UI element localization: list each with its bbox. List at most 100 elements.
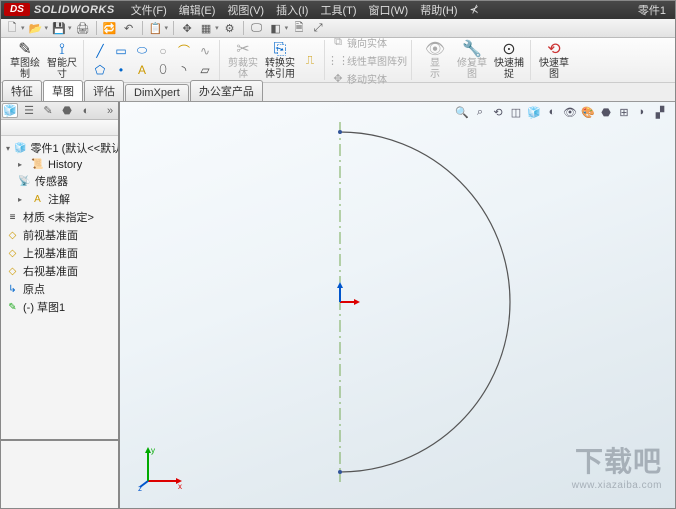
tab-sketch[interactable]: 草图 <box>43 80 83 101</box>
sketch-button[interactable]: ✎草图绘 制 <box>8 40 42 80</box>
tree-origin[interactable]: ↳原点 <box>2 280 116 298</box>
svg-text:y: y <box>151 446 155 455</box>
dropdown-icon[interactable]: ▾ <box>215 24 219 32</box>
settings-icon[interactable]: ⚙ <box>222 20 238 36</box>
view-orient-icon[interactable]: 🧊 <box>526 104 542 120</box>
point-icon[interactable]: • <box>111 61 131 79</box>
dropdown-icon[interactable]: ▾ <box>285 24 289 32</box>
view-toolbar: 🔍 ⌕ ⟲ ◫ 🧊 ◐ 👁 🎨 ⬣ ⊞ ◗ ▞ <box>454 104 668 120</box>
spline-icon[interactable]: ∿ <box>195 42 215 60</box>
dropdown-icon[interactable]: ▾ <box>68 24 72 32</box>
fillet-icon[interactable]: ◝ <box>174 61 194 79</box>
zoom-fit-icon[interactable]: 🔍 <box>454 104 470 120</box>
tree-top-plane[interactable]: ◇上视基准面 <box>2 244 116 262</box>
text-icon[interactable]: A <box>132 61 152 79</box>
linear-pattern-button[interactable]: ⋮⋮线性草图阵列 <box>331 53 407 68</box>
display-button[interactable]: 👁显 示 <box>418 40 452 80</box>
menu-insert[interactable]: 插入(I) <box>270 2 314 18</box>
trim-icon: ✂ <box>236 40 249 58</box>
arc-endpoint[interactable] <box>338 130 342 134</box>
quick-snap-button[interactable]: ⊙快速捕 捉 <box>492 40 526 80</box>
undo-icon[interactable]: ↶ <box>121 20 137 36</box>
circle-icon[interactable]: ○ <box>153 42 173 60</box>
print-icon[interactable]: 🖨 <box>75 20 91 36</box>
offset-icon[interactable]: ⎍ <box>300 51 320 69</box>
smart-dimension-button[interactable]: ⟟智能尺 寸 <box>45 40 79 80</box>
apply-scene-icon[interactable]: ⬣ <box>598 104 614 120</box>
grid-icon[interactable]: ▦ <box>198 20 214 36</box>
expand-icon[interactable]: ⤢ <box>310 20 326 36</box>
feature-manager: 🧊 ☰ ✎ ⬣ ◐ » ▾🧊零件1 (默认<<默认>_显示状 ▸📜History… <box>0 102 120 509</box>
convert-button[interactable]: ⎘转换实 体引用 <box>263 40 297 80</box>
arc-icon[interactable]: ⌒ <box>174 42 194 60</box>
tree-front-plane[interactable]: ◇前视基准面 <box>2 226 116 244</box>
persp-icon[interactable]: ▞ <box>652 104 668 120</box>
menu-tools[interactable]: 工具(T) <box>314 2 362 18</box>
polygon-icon[interactable]: ⬠ <box>90 61 110 79</box>
options-icon[interactable]: 📋 <box>148 20 164 36</box>
zoom-prev-icon[interactable]: ⟲ <box>490 104 506 120</box>
scene-icon[interactable]: 🎨 <box>580 104 596 120</box>
repair-button[interactable]: 🔧修复草 图 <box>455 40 489 80</box>
watermark-text: 下载吧 <box>572 440 662 480</box>
display-tab-icon[interactable]: ⬣ <box>59 103 75 118</box>
tab-evaluate[interactable]: 评估 <box>84 80 124 101</box>
display-style-icon[interactable]: ◐ <box>544 104 560 120</box>
viewport[interactable]: 🔍 ⌕ ⟲ ◫ 🧊 ◐ 👁 🎨 ⬣ ⊞ ◗ ▞ <box>120 102 676 509</box>
tab-dimxpert[interactable]: DimXpert <box>125 84 189 101</box>
new-icon[interactable]: 🗋 <box>4 20 20 36</box>
menu-file[interactable]: 文件(F) <box>125 2 173 18</box>
tab-features[interactable]: 特征 <box>2 80 42 101</box>
sketch-origin-icon <box>337 282 360 305</box>
hide-show-icon[interactable]: 👁 <box>562 104 578 120</box>
tree-history[interactable]: ▸📜History <box>2 157 116 172</box>
arc-endpoint[interactable] <box>338 470 342 474</box>
props-tab-icon[interactable]: ☰ <box>21 103 37 118</box>
tree-annotations[interactable]: ▸A注解 <box>2 190 116 208</box>
exit-sketch-button[interactable]: ⟲快速草 图 <box>537 40 571 80</box>
collapse-icon[interactable]: » <box>102 103 118 118</box>
display-icon[interactable]: ◧ <box>268 20 284 36</box>
doc-icon[interactable]: 🗎 <box>291 20 307 36</box>
menu-pin-icon[interactable]: ⊀ <box>464 3 485 16</box>
menu-edit[interactable]: 编辑(E) <box>173 2 222 18</box>
shadow-icon[interactable]: ◗ <box>634 104 650 120</box>
tab-office[interactable]: 办公室产品 <box>190 80 263 101</box>
line-icon[interactable]: ╱ <box>90 42 110 60</box>
watermark-url: www.xiazaiba.com <box>572 480 662 491</box>
tree-material[interactable]: ≡材质 <未指定> <box>2 208 116 226</box>
rebuild-icon[interactable]: 🔁 <box>102 20 118 36</box>
config-tab-icon[interactable]: ✎ <box>40 103 56 118</box>
view-set-icon[interactable]: ⊞ <box>616 104 632 120</box>
menu-help[interactable]: 帮助(H) <box>414 2 463 18</box>
mirror-button[interactable]: ⧉镜向实体 <box>331 35 407 50</box>
mirror-icon: ⧉ <box>331 35 345 49</box>
select-icon[interactable]: ✥ <box>179 20 195 36</box>
plane-icon[interactable]: ▱ <box>195 61 215 79</box>
side-tabs: 🧊 ☰ ✎ ⬣ ◐ » <box>0 102 118 120</box>
ellipse-icon[interactable]: ⬯ <box>153 61 173 79</box>
menu-view[interactable]: 视图(V) <box>221 2 270 18</box>
tree-sketch1[interactable]: ✎(-) 草图1 <box>2 298 116 316</box>
svg-text:z: z <box>138 484 142 491</box>
tree-sensors[interactable]: 📡传感器 <box>2 172 116 190</box>
brand-logo: DS <box>4 3 30 16</box>
save-icon[interactable]: 💾 <box>51 20 67 36</box>
section-icon[interactable]: ◫ <box>508 104 524 120</box>
move-button[interactable]: ✥移动实体 <box>331 71 407 86</box>
dropdown-icon[interactable]: ▾ <box>165 24 169 32</box>
trim-button[interactable]: ✂剪裁实 体 <box>226 40 260 80</box>
screen-icon[interactable]: 🖵 <box>249 20 265 36</box>
tree-tab-icon[interactable]: 🧊 <box>2 103 18 118</box>
rect-icon[interactable]: ▭ <box>111 42 131 60</box>
dropdown-icon[interactable]: ▾ <box>45 24 49 32</box>
zoom-area-icon[interactable]: ⌕ <box>472 104 488 120</box>
slot-icon[interactable]: ⬭ <box>132 42 152 60</box>
menu-window[interactable]: 窗口(W) <box>363 2 415 18</box>
arc[interactable] <box>340 132 510 472</box>
dropdown-icon[interactable]: ▾ <box>21 24 25 32</box>
tree-root[interactable]: ▾🧊零件1 (默认<<默认>_显示状 <box>2 139 116 157</box>
tree-right-plane[interactable]: ◇右视基准面 <box>2 262 116 280</box>
open-icon[interactable]: 📂 <box>28 20 44 36</box>
decal-tab-icon[interactable]: ◐ <box>78 103 94 118</box>
